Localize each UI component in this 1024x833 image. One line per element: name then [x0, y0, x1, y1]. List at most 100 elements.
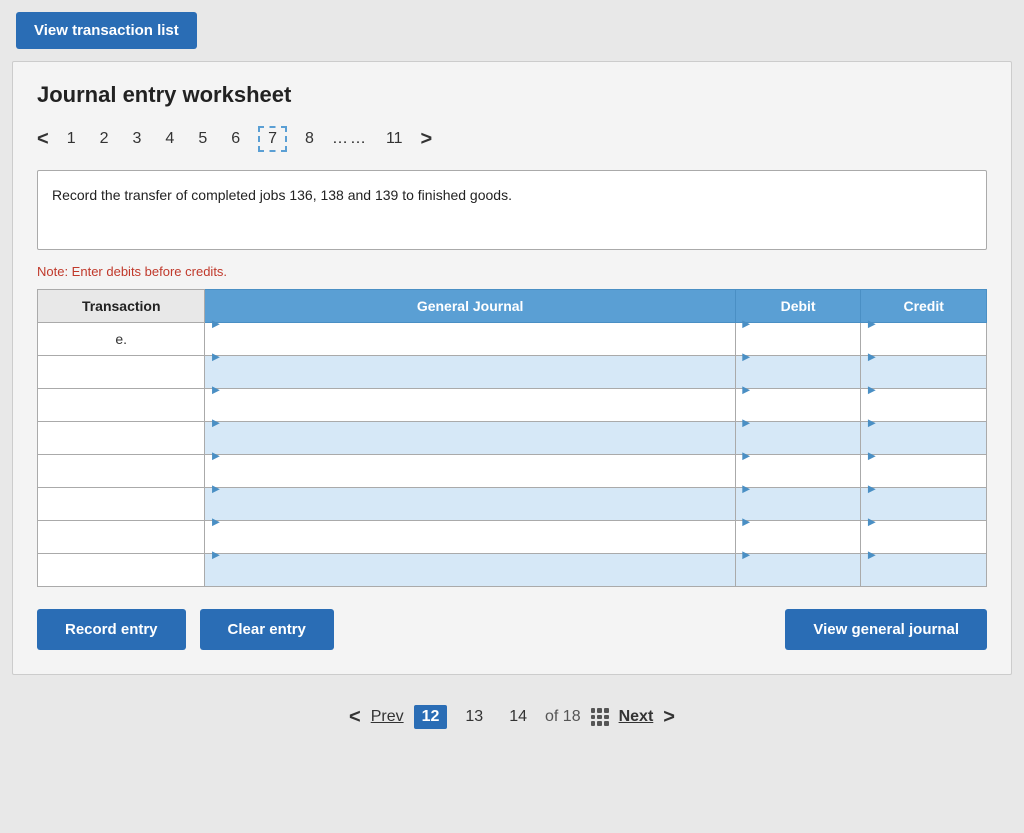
debit-input[interactable]: [740, 496, 857, 528]
view-transaction-button[interactable]: View transaction list: [16, 12, 197, 49]
arrow-icon: ►: [209, 382, 222, 397]
arrow-icon: ►: [865, 415, 878, 430]
grid-cell: [591, 715, 596, 720]
credit-input[interactable]: [865, 331, 982, 363]
arrow-icon: ►: [865, 382, 878, 397]
current-page[interactable]: 12: [414, 705, 448, 729]
journal-table: Transaction General Journal Debit Credit…: [37, 289, 987, 587]
credit-input[interactable]: [865, 364, 982, 396]
debit-input[interactable]: [740, 430, 857, 462]
general-journal-cell[interactable]: ►: [205, 323, 735, 356]
debit-input[interactable]: [740, 562, 857, 594]
col-transaction: Transaction: [38, 290, 205, 323]
record-entry-button[interactable]: Record entry: [37, 609, 186, 650]
next-page-arrow[interactable]: >: [421, 128, 433, 151]
debit-input[interactable]: [740, 463, 857, 495]
transaction-cell: [38, 422, 205, 455]
arrow-icon: ►: [740, 448, 753, 463]
arrow-icon: ►: [865, 481, 878, 496]
arrow-icon: ►: [865, 514, 878, 529]
arrow-icon: ►: [209, 481, 222, 496]
page-7[interactable]: 7: [258, 126, 287, 152]
credit-input[interactable]: [865, 397, 982, 429]
page-13[interactable]: 13: [457, 705, 491, 729]
general-journal-input[interactable]: [209, 331, 730, 363]
arrow-icon: ►: [865, 547, 878, 562]
main-container: Journal entry worksheet < 1 2 3 4 5 6 7 …: [12, 61, 1012, 675]
grid-cell: [604, 708, 609, 713]
col-general-journal: General Journal: [205, 290, 735, 323]
arrow-icon: ►: [865, 349, 878, 364]
page-14[interactable]: 14: [501, 705, 535, 729]
transaction-cell: [38, 455, 205, 488]
clear-entry-button[interactable]: Clear entry: [200, 609, 334, 650]
debit-input[interactable]: [740, 331, 857, 363]
debit-cell[interactable]: ►: [735, 323, 861, 356]
general-journal-input[interactable]: [209, 529, 730, 561]
page-4[interactable]: 4: [159, 128, 180, 150]
transaction-cell: [38, 521, 205, 554]
arrow-icon: ►: [865, 448, 878, 463]
bottom-prev-arrow[interactable]: <: [349, 706, 361, 729]
grid-cell: [597, 708, 602, 713]
credit-input[interactable]: [865, 430, 982, 462]
debit-input[interactable]: [740, 364, 857, 396]
grid-cell: [591, 708, 596, 713]
arrow-icon: ►: [209, 547, 222, 562]
general-journal-input[interactable]: [209, 364, 730, 396]
view-general-journal-button[interactable]: View general journal: [785, 609, 987, 650]
transaction-cell: e.: [38, 323, 205, 356]
of-text: of 18: [545, 708, 581, 726]
col-credit: Credit: [861, 290, 987, 323]
arrow-icon: ►: [740, 382, 753, 397]
general-journal-input[interactable]: [209, 430, 730, 462]
worksheet-title: Journal entry worksheet: [37, 82, 987, 108]
general-journal-input[interactable]: [209, 496, 730, 528]
page-6[interactable]: 6: [225, 128, 246, 150]
transaction-cell: [38, 554, 205, 587]
page-dots: ……: [332, 130, 368, 148]
general-journal-input[interactable]: [209, 463, 730, 495]
col-debit: Debit: [735, 290, 861, 323]
grid-cell: [597, 715, 602, 720]
prev-link[interactable]: Prev: [371, 708, 404, 726]
credit-input[interactable]: [865, 496, 982, 528]
credit-input[interactable]: [865, 562, 982, 594]
credit-input[interactable]: [865, 463, 982, 495]
arrow-icon: ►: [740, 481, 753, 496]
grid-cell: [604, 715, 609, 720]
page-3[interactable]: 3: [127, 128, 148, 150]
grid-cell: [597, 721, 602, 726]
grid-cell: [604, 721, 609, 726]
transaction-cell: [38, 356, 205, 389]
bottom-next-arrow[interactable]: >: [663, 706, 675, 729]
arrow-icon: ►: [209, 514, 222, 529]
table-row: e. ► ► ►: [38, 323, 987, 356]
credit-input[interactable]: [865, 529, 982, 561]
general-journal-input[interactable]: [209, 397, 730, 429]
arrow-icon: ►: [209, 349, 222, 364]
debit-input[interactable]: [740, 529, 857, 561]
page-8[interactable]: 8: [299, 128, 320, 150]
arrow-icon: ►: [865, 316, 878, 331]
arrow-icon: ►: [740, 316, 753, 331]
page-1[interactable]: 1: [61, 128, 82, 150]
arrow-icon: ►: [740, 547, 753, 562]
transaction-cell: [38, 488, 205, 521]
note-text: Note: Enter debits before credits.: [37, 264, 987, 279]
general-journal-input[interactable]: [209, 562, 730, 594]
arrow-icon: ►: [209, 448, 222, 463]
next-link[interactable]: Next: [619, 708, 654, 726]
page-2[interactable]: 2: [94, 128, 115, 150]
page-11[interactable]: 11: [380, 128, 409, 150]
arrow-icon: ►: [209, 415, 222, 430]
worksheet-pagination: < 1 2 3 4 5 6 7 8 …… 11 >: [37, 126, 987, 152]
action-buttons-row: Record entry Clear entry View general jo…: [37, 609, 987, 650]
bottom-pagination: < Prev 12 13 14 of 18 Next >: [0, 705, 1024, 729]
debit-input[interactable]: [740, 397, 857, 429]
page-5[interactable]: 5: [192, 128, 213, 150]
credit-cell[interactable]: ►: [861, 323, 987, 356]
description-box: Record the transfer of completed jobs 13…: [37, 170, 987, 250]
grid-view-icon[interactable]: [591, 708, 609, 726]
prev-page-arrow[interactable]: <: [37, 128, 49, 151]
